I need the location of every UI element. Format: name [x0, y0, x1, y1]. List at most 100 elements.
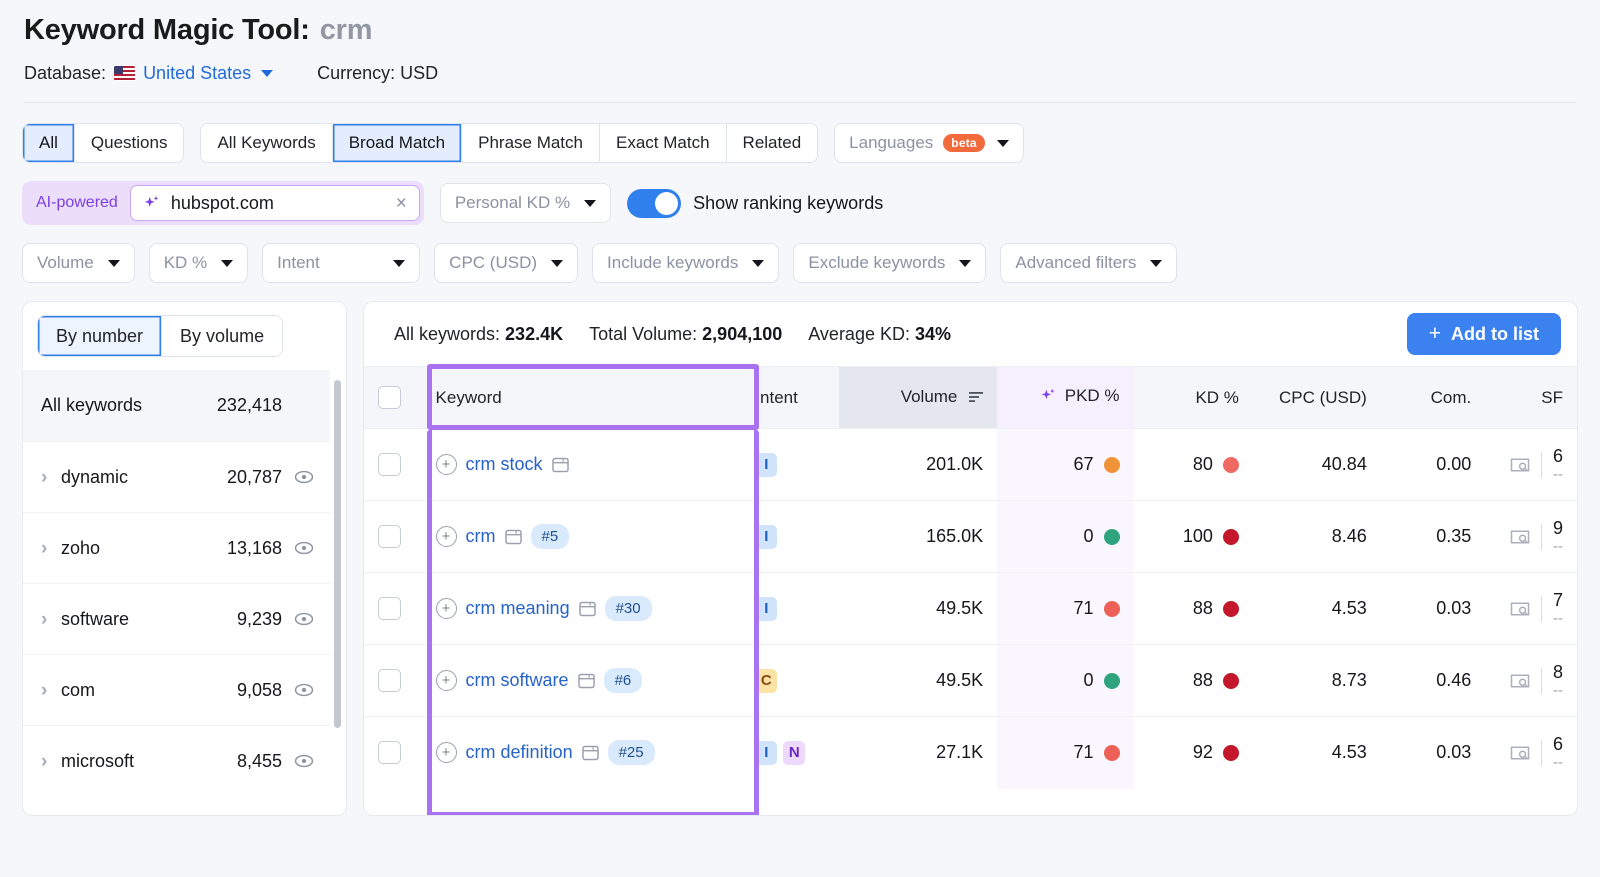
tab-all-keywords[interactable]: All Keywords — [201, 124, 333, 162]
keyword-link[interactable]: crm stock — [466, 454, 543, 475]
column-header-kd[interactable]: KD % — [1133, 366, 1253, 429]
list-item-label: microsoft — [61, 750, 135, 771]
filter-advanced[interactable]: Advanced filters — [1000, 243, 1178, 283]
table-row[interactable]: + crm definition #25 I N 27.1K 71 92 4.5… — [364, 716, 1577, 789]
serp-features-icon[interactable] — [1510, 744, 1530, 762]
tab-phrase-match[interactable]: Phrase Match — [462, 124, 600, 162]
volume-cell: 165.0K — [839, 500, 998, 573]
select-all-checkbox[interactable] — [378, 386, 401, 409]
serp-features-icon[interactable] — [1510, 456, 1530, 474]
keyword-link[interactable]: crm meaning — [466, 598, 570, 619]
pkd-cell: 0 — [997, 644, 1134, 717]
add-keyword-icon[interactable]: + — [435, 670, 457, 691]
row-checkbox[interactable] — [378, 525, 401, 548]
sidebar-item-zoho[interactable]: › zoho 13,168 — [23, 512, 330, 583]
tab-questions[interactable]: Questions — [74, 124, 184, 162]
cpc-cell: 40.84 — [1252, 428, 1381, 501]
main-content: By number By volume All keywords 232,418… — [0, 283, 1600, 816]
stat-average-kd: Average KD: 34% — [808, 324, 951, 345]
tab-exact-match[interactable]: Exact Match — [600, 124, 727, 162]
tab-all[interactable]: All — [23, 124, 75, 162]
add-keyword-icon[interactable]: + — [435, 526, 457, 547]
sf-value: 6 — [1552, 734, 1563, 755]
sort-by-volume[interactable]: By volume — [162, 316, 282, 356]
clear-domain-icon[interactable]: × — [394, 194, 409, 213]
chevron-right-icon[interactable]: › — [41, 752, 61, 771]
list-item-count: 9,058 — [236, 679, 282, 700]
add-keyword-icon[interactable]: + — [435, 742, 457, 764]
filter-intent[interactable]: Intent — [262, 243, 421, 283]
sidebar-item-microsoft[interactable]: › microsoft 8,455 — [23, 725, 330, 796]
column-header-cpc[interactable]: CPC (USD) — [1252, 366, 1381, 429]
languages-dropdown[interactable]: Languages beta — [834, 123, 1024, 163]
domain-input-wrapper[interactable]: hubspot.com × — [129, 185, 420, 221]
chevron-right-icon[interactable]: › — [41, 681, 61, 700]
filter-kd[interactable]: KD % — [148, 243, 249, 283]
column-header-keyword[interactable]: Keyword — [421, 366, 742, 429]
column-header-volume[interactable]: Volume — [839, 366, 998, 429]
column-header-sf[interactable]: SF — [1485, 366, 1577, 429]
add-keyword-icon[interactable]: + — [435, 598, 457, 619]
personal-kd-dropdown[interactable]: Personal KD % — [439, 183, 612, 223]
filter-volume[interactable]: Volume — [22, 243, 135, 283]
sidebar-item-com[interactable]: › com 9,058 — [23, 654, 330, 725]
tab-broad-match[interactable]: Broad Match — [332, 124, 463, 162]
serp-preview-icon[interactable] — [578, 601, 596, 617]
table-row[interactable]: + crm stock I 201.0K 67 80 40.84 0.00 6 … — [364, 428, 1577, 501]
database-label: Database: — [24, 63, 107, 83]
keyword-link[interactable]: crm definition — [466, 742, 573, 763]
chevron-right-icon[interactable]: › — [41, 539, 61, 558]
table-row[interactable]: + crm #5 I 165.0K 0 100 8.46 0.35 9 -- — [364, 500, 1577, 573]
serp-preview-icon[interactable] — [577, 673, 595, 689]
com-cell: 0.03 — [1380, 572, 1486, 645]
serp-preview-icon[interactable] — [581, 745, 599, 761]
sidebar-item-software[interactable]: › software 9,239 — [23, 583, 330, 654]
filter-exclude-keywords[interactable]: Exclude keywords — [793, 243, 987, 283]
stat-total-volume-value: 2,904,100 — [702, 323, 783, 344]
eye-icon[interactable] — [294, 467, 314, 487]
serp-preview-icon[interactable] — [504, 529, 522, 545]
add-keyword-icon[interactable]: + — [435, 454, 457, 475]
column-header-com[interactable]: Com. — [1380, 366, 1486, 429]
keyword-link[interactable]: crm — [466, 526, 496, 547]
chevron-down-icon[interactable] — [261, 70, 274, 77]
tab-related[interactable]: Related — [726, 124, 818, 162]
table-row[interactable]: + crm software #6 C 49.5K 0 88 8.73 0.46… — [364, 644, 1577, 717]
serp-features-icon[interactable] — [1510, 600, 1530, 618]
column-header-pkd[interactable]: PKD % — [997, 366, 1134, 429]
chevron-right-icon[interactable]: › — [41, 468, 61, 487]
row-checkbox[interactable] — [378, 453, 401, 476]
sidebar-scrollbar[interactable] — [334, 378, 341, 807]
eye-icon[interactable] — [294, 609, 314, 629]
chevron-down-icon — [996, 139, 1009, 147]
keyword-link[interactable]: crm software — [466, 670, 569, 691]
column-header-intent[interactable]: Intent — [741, 366, 840, 429]
domain-input[interactable]: hubspot.com — [171, 193, 384, 214]
row-checkbox[interactable] — [378, 741, 401, 765]
volume-cell: 49.5K — [839, 572, 998, 645]
serp-features-icon[interactable] — [1510, 528, 1530, 546]
sidebar-item-all-keywords[interactable]: All keywords 232,418 — [23, 370, 330, 441]
eye-icon[interactable] — [294, 538, 314, 558]
intent-cell: I N — [741, 716, 840, 789]
sort-descending-icon[interactable] — [969, 388, 984, 408]
show-ranking-keywords-toggle[interactable] — [627, 188, 682, 218]
chevron-right-icon[interactable]: › — [41, 610, 61, 629]
filter-cpc[interactable]: CPC (USD) — [434, 243, 579, 283]
eye-icon[interactable] — [294, 751, 314, 771]
serp-preview-icon[interactable] — [551, 457, 569, 473]
pkd-value: 67 — [1073, 454, 1094, 474]
serp-features-icon[interactable] — [1510, 672, 1530, 690]
sidebar-item-dynamic[interactable]: › dynamic 20,787 — [23, 441, 330, 512]
row-checkbox[interactable] — [378, 597, 401, 620]
filter-include-keywords[interactable]: Include keywords — [592, 243, 780, 283]
kd-status-dot — [1222, 528, 1239, 545]
sort-by-number[interactable]: By number — [38, 316, 163, 356]
sidebar-scrollbar-thumb[interactable] — [334, 380, 341, 728]
database-selector[interactable]: United States — [143, 63, 251, 84]
kd-value: 88 — [1192, 598, 1213, 618]
eye-icon[interactable] — [294, 680, 314, 700]
table-row[interactable]: + crm meaning #30 I 49.5K 71 88 4.53 0.0… — [364, 572, 1577, 645]
row-checkbox[interactable] — [378, 669, 401, 692]
add-to-list-button[interactable]: + Add to list — [1406, 313, 1561, 355]
